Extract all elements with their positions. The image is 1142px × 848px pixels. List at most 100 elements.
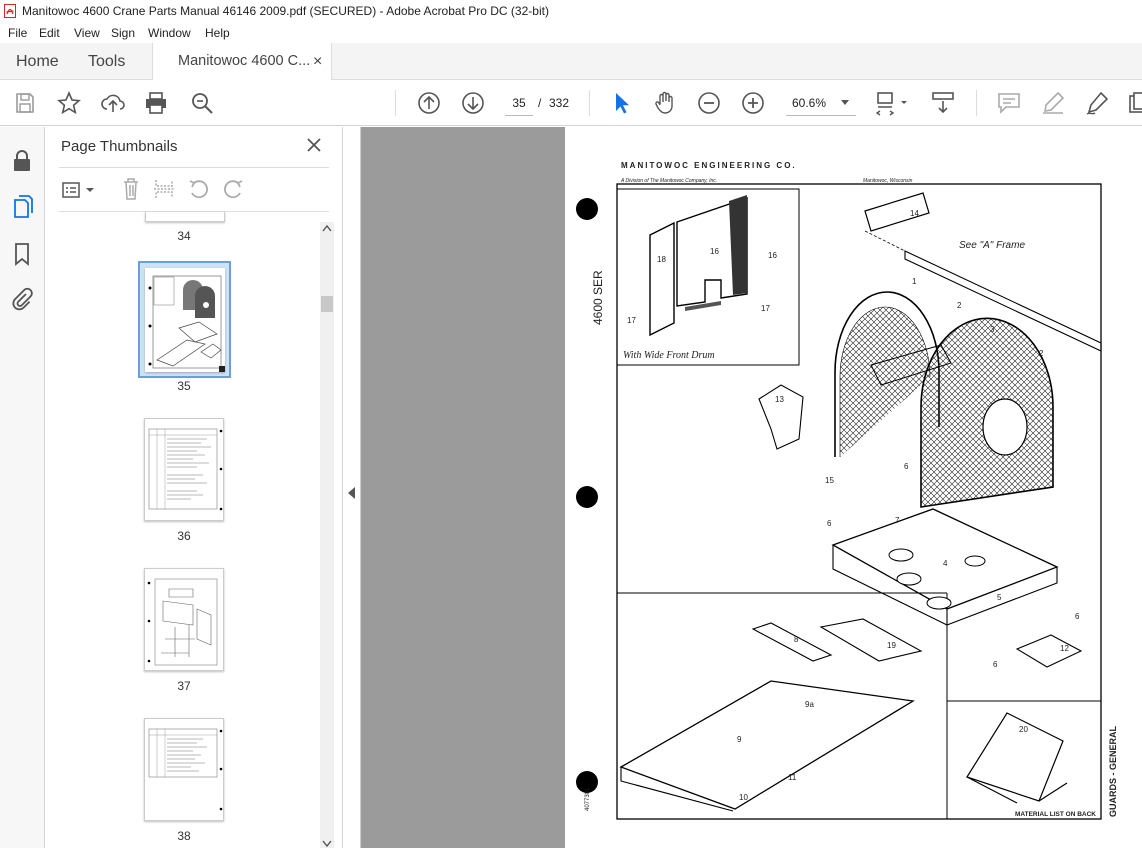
page-separator: / [538,96,542,110]
page-fit-icon[interactable] [874,90,910,116]
thumbnail-page[interactable] [145,212,225,222]
thumbnails-scrollbar[interactable] [320,222,334,848]
panel-collapse-strip[interactable] [343,127,361,848]
thumbnail-label: 36 [177,529,191,543]
tab-tools[interactable]: Tools [88,43,125,80]
hand-icon[interactable] [652,90,678,116]
callout: 8 [794,635,799,644]
rotate-ccw-icon[interactable] [187,177,211,201]
menu-edit[interactable]: Edit [39,26,60,40]
bookmark-icon[interactable] [13,242,31,266]
thumbnail-label: 38 [177,829,191,843]
zoom-search-icon[interactable] [189,90,215,116]
pages-icon[interactable] [12,195,34,219]
lock-icon[interactable] [11,149,33,173]
zoom-out-icon[interactable] [696,90,722,116]
window-title: Manitowoc 4600 Crane Parts Manual 46146 … [22,4,549,18]
highlight-icon[interactable] [1040,90,1066,116]
toolbar-divider [395,90,396,116]
tab-document-label: Manitowoc 4600 C... [178,53,311,69]
toolbar-divider [589,90,590,116]
attachment-icon[interactable] [11,287,33,311]
panel-title: Page Thumbnails [61,138,178,155]
zoom-select[interactable]: 60.6% [786,90,856,116]
thumbnail-label: 37 [177,679,191,693]
callout: 16 [768,251,777,260]
menu-file[interactable]: File [8,26,27,40]
doc-subheader-left: A Division of The Manitowoc Company, Inc… [621,178,718,184]
close-tab-icon[interactable]: × [313,43,322,80]
page-title-vertical: GUARDS - GENERAL [1108,725,1118,817]
close-panel-icon[interactable] [305,136,323,154]
page-up-icon[interactable] [416,90,442,116]
delete-icon[interactable] [121,177,141,201]
callout: 17 [761,304,770,313]
document-viewer[interactable]: MANITOWOC ENGINEERING CO. A Division of … [361,127,1142,848]
callout: 1 [912,277,917,286]
doc-side-text: 4600 SER [591,270,605,325]
callout: 11 [788,773,797,782]
menu-bar: File Edit View Sign Window Help [0,22,1142,43]
thumbnail-page[interactable] [144,568,224,671]
scrollbar-thumb[interactable] [321,296,333,312]
callout: 18 [657,255,666,264]
toolbar-divider [976,90,977,116]
callout: 3 [990,325,995,334]
select-cursor-icon[interactable] [608,90,634,116]
rotate-cw-icon[interactable] [221,177,245,201]
collapse-arrow-icon[interactable] [348,487,356,499]
divider [59,167,329,168]
options-icon[interactable] [61,179,95,201]
callout: 4 [943,559,948,568]
page-number-input[interactable]: 35 [505,90,533,116]
print-icon[interactable] [143,90,169,116]
tab-home[interactable]: Home [16,43,59,80]
callout: 14 [910,209,919,218]
more-icon[interactable] [1126,90,1142,116]
navigation-rail [0,127,45,848]
scroll-up-icon[interactable] [322,224,332,232]
thumbnail-selected[interactable] [138,261,231,378]
sign-icon[interactable] [1084,90,1110,116]
tab-document[interactable]: Manitowoc 4600 C... × [152,43,332,81]
tab-bar: Home Tools Manitowoc 4600 C... × [0,43,1142,81]
scroll-down-icon[interactable] [322,840,332,848]
callout: 6 [1075,612,1080,621]
star-icon[interactable] [56,90,82,116]
callout: 10 [739,793,748,802]
callout: 2 [957,301,962,310]
page-down-icon[interactable] [460,90,486,116]
zoom-in-icon[interactable] [740,90,766,116]
menu-window[interactable]: Window [148,26,191,40]
extract-icon[interactable] [153,177,175,201]
drawing-code: 4077301 [585,787,591,811]
thumbnail-page[interactable] [144,718,224,821]
thumbnail-page [145,268,225,372]
callout: 6 [993,660,998,669]
page-thumbnails-panel: Page Thumbnails 34 35 36 37 38 [45,127,343,848]
thumbnail-label: 35 [177,379,191,393]
inset-caption: With Wide Front Drum [623,350,715,361]
callout: 13 [775,395,784,404]
scroll-mode-icon[interactable] [930,90,956,116]
doc-subheader-right: Manitowoc, Wisconsin [863,178,913,184]
total-pages: 332 [549,96,570,110]
menu-view[interactable]: View [74,26,100,40]
parts-drawing [576,183,1102,820]
menu-help[interactable]: Help [205,26,230,40]
frame-note: See "A" Frame [959,240,1026,251]
acrobat-pdf-icon [4,4,16,18]
callout: 6 [904,462,909,471]
chevron-down-icon [841,100,849,105]
callout: 17 [627,316,636,325]
save-icon[interactable] [12,90,38,116]
title-bar: Manitowoc 4600 Crane Parts Manual 46146 … [0,0,1142,22]
zoom-value: 60.6% [792,96,827,110]
pdf-page: MANITOWOC ENGINEERING CO. A Division of … [565,127,1142,848]
comment-icon[interactable] [996,90,1022,116]
menu-sign[interactable]: Sign [111,26,135,40]
thumbnail-label: 34 [177,229,191,243]
thumbnail-page[interactable] [144,418,224,521]
callout: 12 [1060,644,1069,653]
upload-icon[interactable] [100,90,126,116]
